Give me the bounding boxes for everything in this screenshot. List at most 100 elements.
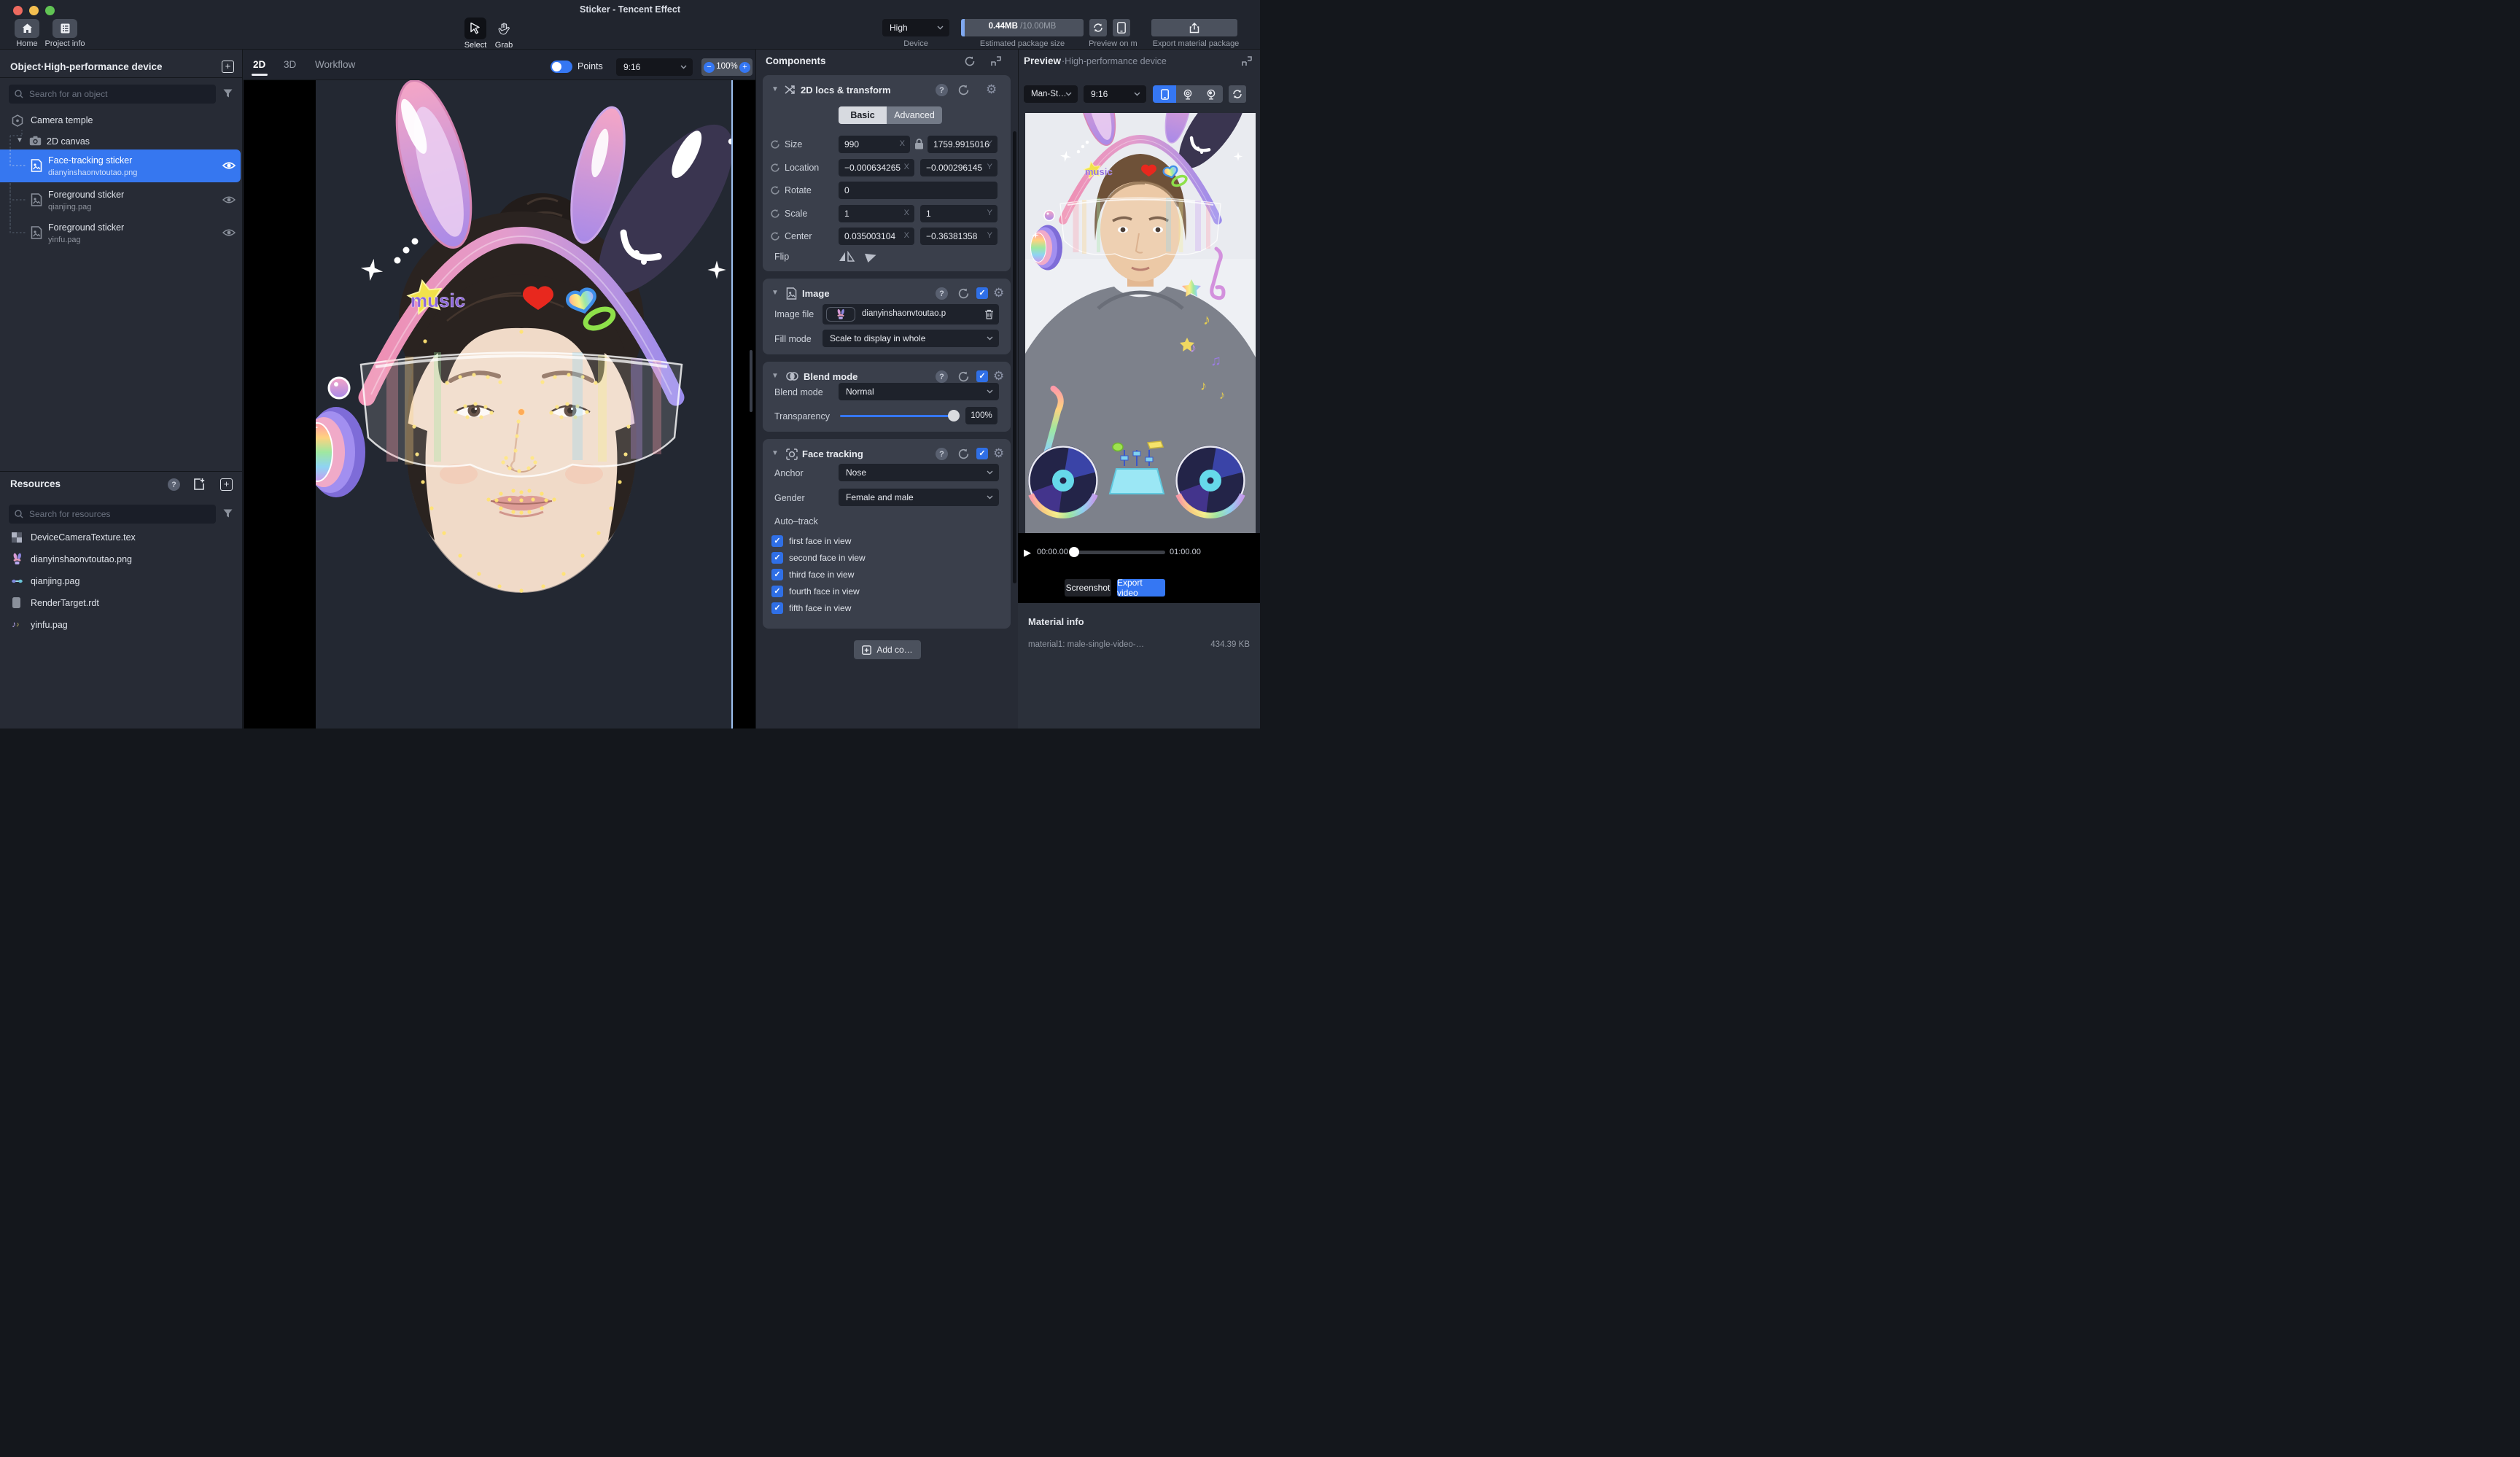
refresh-package-button[interactable]	[1089, 19, 1107, 36]
canvas-viewport[interactable]	[244, 80, 755, 728]
tree-item-camera-temple[interactable]: Camera temple	[31, 115, 93, 125]
timeline-track[interactable]	[1072, 551, 1165, 554]
gear-icon[interactable]: ⚙	[993, 286, 1004, 300]
preview-on-mobile-button[interactable]	[1113, 19, 1130, 36]
select-tool-button[interactable]	[464, 18, 486, 39]
play-button[interactable]: ▶	[1024, 547, 1031, 559]
gear-icon[interactable]: ⚙	[993, 369, 1004, 384]
source-webcam-button[interactable]	[1176, 85, 1199, 103]
rotate-input[interactable]: 0	[839, 182, 998, 199]
section-caret-icon[interactable]: ▼	[771, 289, 779, 297]
resource-item[interactable]: DeviceCameraTexture.tex	[0, 528, 243, 547]
anchor-dropdown[interactable]: Nose	[839, 464, 999, 481]
scale-y-input[interactable]: 1Y	[920, 205, 998, 222]
tree-item-foreground-sticker-2[interactable]: Foreground sticker yinfu.pag	[0, 217, 241, 249]
resources-filter-icon[interactable]	[223, 509, 233, 518]
components-scrollbar[interactable]	[1013, 131, 1016, 583]
size-x-input[interactable]: 990X	[839, 136, 910, 153]
help-icon[interactable]: ?	[936, 448, 948, 460]
help-icon[interactable]: ?	[936, 287, 948, 300]
center-y-input[interactable]: −0.36381358Y	[920, 228, 998, 245]
object-filter-icon[interactable]	[223, 89, 233, 98]
reset-icon[interactable]	[957, 448, 970, 460]
section-caret-icon[interactable]: ▼	[771, 372, 779, 380]
size-y-input[interactable]: 1759.9915016Y	[928, 136, 998, 153]
row-reset-icon[interactable]	[770, 185, 780, 195]
lock-icon[interactable]	[914, 139, 924, 149]
canvas-aspect-dropdown[interactable]: 9:16	[616, 58, 693, 76]
scale-x-input[interactable]: 1X	[839, 205, 914, 222]
resources-help-icon[interactable]: ?	[168, 478, 180, 491]
resource-item[interactable]: RenderTarget.rdt	[0, 594, 243, 613]
zoom-out-button[interactable]: −	[704, 62, 715, 73]
autotrack-fourth-checkbox[interactable]: ✓	[771, 586, 783, 597]
tab-workflow[interactable]: Workflow	[315, 59, 355, 70]
section-caret-icon[interactable]: ▼	[771, 449, 779, 457]
resource-item[interactable]: dianyinshaonvtoutao.png	[0, 550, 243, 569]
tree-item-face-tracking-sticker[interactable]: Face-tracking sticker dianyinshaonvtouta…	[0, 149, 241, 182]
location-x-input[interactable]: −0.000634265X	[839, 159, 914, 176]
visibility-eye-icon[interactable]	[222, 160, 236, 171]
resource-item[interactable]: ♪♪ yinfu.pag	[0, 615, 243, 634]
preview-collapse-icon[interactable]	[1241, 55, 1253, 67]
add-object-button[interactable]: +	[222, 61, 234, 73]
tab-2d[interactable]: 2D	[253, 59, 265, 70]
reset-icon[interactable]	[957, 84, 970, 96]
device-dropdown[interactable]: High	[882, 19, 949, 36]
autotrack-second-checkbox[interactable]: ✓	[771, 552, 783, 564]
flip-horizontal-icon[interactable]	[839, 251, 855, 263]
source-device-button[interactable]	[1153, 85, 1176, 103]
gear-icon[interactable]: ⚙	[993, 446, 1004, 461]
gear-icon[interactable]: ⚙	[986, 82, 997, 97]
export-video-button[interactable]: Export video	[1117, 579, 1165, 597]
center-x-input[interactable]: 0.035003104X	[839, 228, 914, 245]
autotrack-first-checkbox[interactable]: ✓	[771, 535, 783, 547]
screenshot-button[interactable]: Screenshot	[1065, 579, 1111, 597]
blend-mode-dropdown[interactable]: Normal	[839, 383, 999, 400]
help-icon[interactable]: ?	[936, 84, 948, 96]
flip-vertical-icon[interactable]	[865, 251, 879, 263]
section-caret-icon[interactable]: ▼	[771, 85, 779, 93]
row-reset-icon[interactable]	[770, 231, 780, 241]
tab-3d[interactable]: 3D	[284, 59, 296, 70]
zoom-in-button[interactable]: +	[739, 62, 750, 73]
preview-video[interactable]: ♪ ♪ ♫ ♪ ♪	[1025, 113, 1256, 533]
project-info-button[interactable]	[52, 19, 77, 38]
resources-search-input[interactable]: Search for resources	[9, 505, 216, 524]
autotrack-fifth-checkbox[interactable]: ✓	[771, 602, 783, 614]
blend-enabled-checkbox[interactable]: ✓	[976, 370, 988, 382]
preview-aspect-dropdown[interactable]: 9:16	[1084, 85, 1146, 103]
row-reset-icon[interactable]	[770, 163, 780, 173]
grab-tool-button[interactable]	[493, 18, 515, 39]
face-tracking-enabled-checkbox[interactable]: ✓	[976, 448, 988, 459]
visibility-eye-icon[interactable]	[222, 194, 236, 206]
reset-icon[interactable]	[957, 287, 970, 300]
tab-basic[interactable]: Basic	[839, 106, 887, 124]
timeline-knob[interactable]	[1069, 547, 1079, 557]
fill-mode-dropdown[interactable]: Scale to display in whole	[822, 330, 999, 347]
tab-advanced[interactable]: Advanced	[887, 106, 942, 124]
source-webcam-alt-button[interactable]	[1199, 85, 1223, 103]
tree-item-2d-canvas[interactable]: 2D canvas	[47, 136, 90, 147]
add-component-button[interactable]: Add co…	[854, 640, 921, 659]
add-resource-button[interactable]: +	[220, 478, 233, 491]
preview-refresh-button[interactable]	[1229, 85, 1246, 103]
home-button[interactable]	[15, 19, 39, 38]
image-file-field[interactable]: dianyinshaonvtoutao.p	[822, 304, 999, 325]
reset-icon[interactable]	[957, 370, 970, 383]
resource-item[interactable]: qianjing.pag	[0, 572, 243, 591]
trash-icon[interactable]	[984, 309, 994, 319]
gender-dropdown[interactable]: Female and male	[839, 489, 999, 506]
points-toggle[interactable]	[551, 61, 572, 73]
import-resource-icon[interactable]	[192, 478, 206, 491]
object-search-input[interactable]: Search for an object	[9, 85, 216, 104]
location-y-input[interactable]: −0.000296145Y	[920, 159, 998, 176]
transparency-slider-knob[interactable]	[948, 410, 960, 421]
caret-down-icon[interactable]: ▼	[16, 136, 23, 144]
components-collapse-icon[interactable]	[990, 55, 1002, 67]
transparency-value[interactable]: 100%	[965, 407, 998, 424]
help-icon[interactable]: ?	[936, 370, 948, 383]
export-material-package-button[interactable]	[1151, 19, 1237, 36]
row-reset-icon[interactable]	[770, 209, 780, 219]
autotrack-third-checkbox[interactable]: ✓	[771, 569, 783, 580]
